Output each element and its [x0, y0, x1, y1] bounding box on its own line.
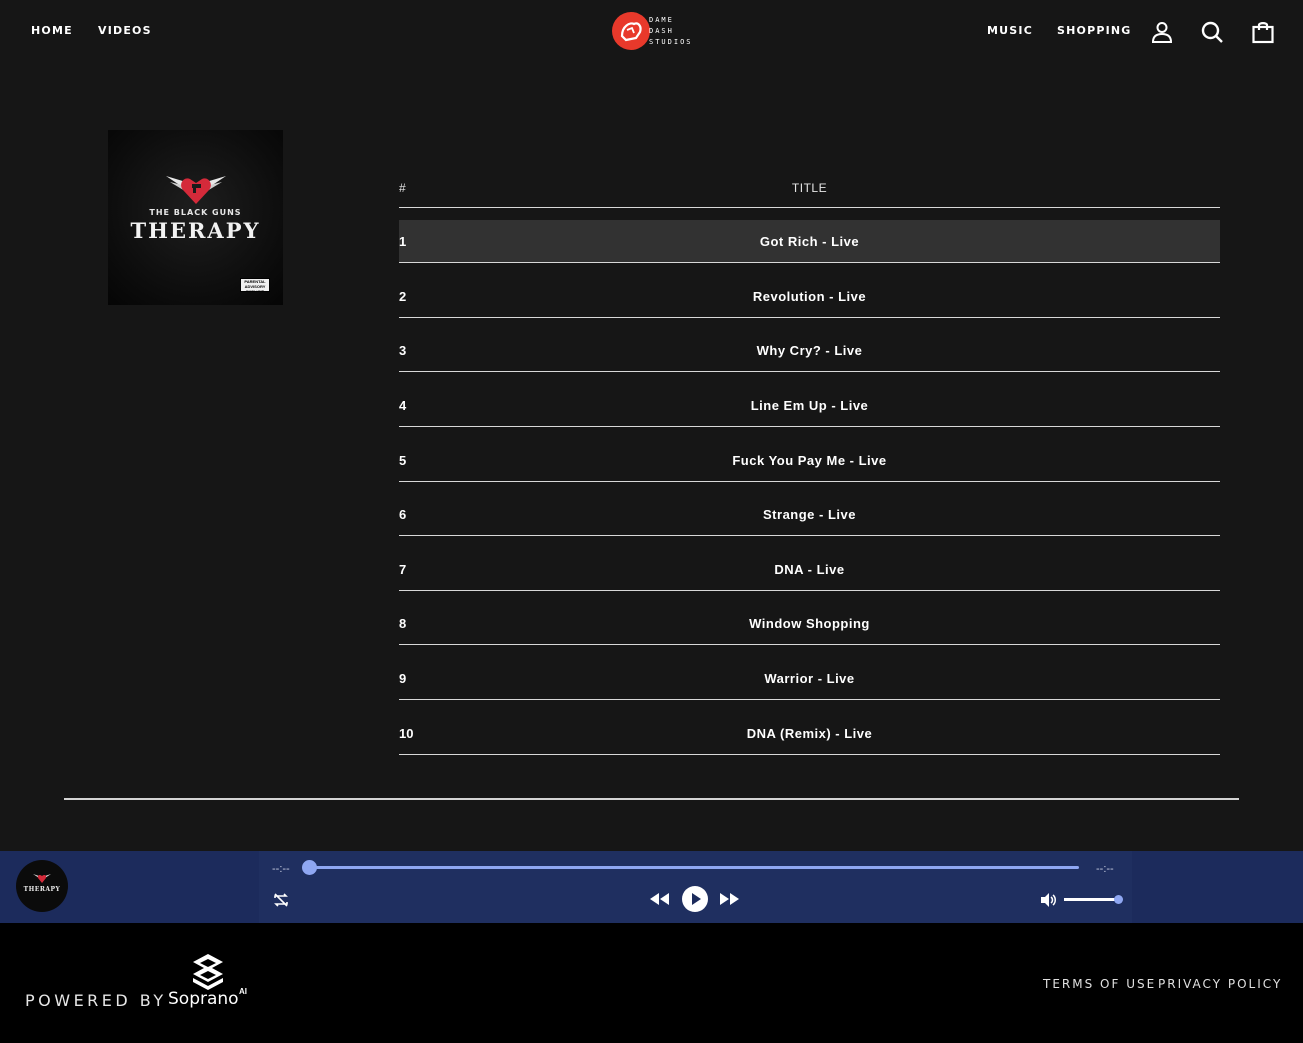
parental-advisory-label: PARENTAL ADVISORY EXPLICIT CONTENT — [240, 278, 270, 292]
header-title: TITLE — [791, 181, 828, 195]
winged-heart-icon — [166, 176, 226, 204]
play-button[interactable] — [682, 886, 708, 912]
rewind-icon[interactable] — [648, 891, 670, 907]
progress-bar[interactable] — [310, 866, 1079, 869]
progress-handle[interactable] — [302, 860, 317, 875]
fast-forward-icon[interactable] — [719, 891, 741, 907]
user-icon[interactable] — [1150, 20, 1174, 44]
winged-heart-icon — [33, 874, 51, 883]
track-row[interactable]: 8 Window Shopping — [399, 602, 1220, 645]
cover-title: THERAPY — [130, 218, 261, 243]
track-row[interactable]: 1 Got Rich - Live — [399, 220, 1220, 263]
elapsed-time: --:-- — [272, 863, 290, 875]
track-row[interactable]: 9 Warrior - Live — [399, 657, 1220, 700]
bag-icon[interactable] — [1251, 20, 1275, 44]
powered-by-label: POWERED BY — [25, 991, 167, 1010]
album-cover: THE BLACK GUNS THERAPY PARENTAL ADVISORY… — [108, 130, 283, 305]
track-title: Revolution - Live — [752, 289, 867, 304]
track-title: Got Rich - Live — [759, 234, 860, 249]
track-row[interactable]: 6 Strange - Live — [399, 493, 1220, 536]
privacy-policy-link[interactable]: PRIVACY POLICY — [1158, 977, 1282, 991]
soprano-logo-icon — [190, 953, 226, 991]
search-icon[interactable] — [1200, 20, 1224, 44]
nav-music[interactable]: MUSIC — [987, 24, 1033, 37]
terms-of-use-link[interactable]: TERMS OF USE — [1043, 977, 1156, 991]
content-divider — [64, 798, 1239, 800]
track-row[interactable]: 5 Fuck You Pay Me - Live — [399, 439, 1220, 482]
track-row[interactable]: 3 Why Cry? - Live — [399, 329, 1220, 372]
play-icon — [682, 886, 708, 912]
track-title: Fuck You Pay Me - Live — [732, 453, 887, 468]
logo-line-1: DAME — [649, 16, 674, 24]
track-title: Why Cry? - Live — [756, 343, 863, 358]
track-title: Window Shopping — [749, 616, 870, 631]
tracklist: # TITLE 1 Got Rich - Live 2 Revolution - Li… — [399, 170, 1220, 755]
track-row[interactable]: 7 DNA - Live — [399, 548, 1220, 591]
track-row[interactable]: 10 DNA (Remix) - Live — [399, 712, 1220, 755]
track-title: Line Em Up - Live — [750, 398, 869, 413]
site-footer: POWERED BY Soprano AI TERMS OF USE PRIVA… — [0, 923, 1303, 1043]
track-row[interactable]: 2 Revolution - Live — [399, 275, 1220, 318]
dame-dash-studios-logo[interactable]: DAME DASH STUDIOS — [612, 12, 692, 52]
nav-videos[interactable]: VIDEOS — [98, 24, 152, 37]
volume-slider[interactable] — [1064, 898, 1119, 901]
player-album-thumb[interactable]: THERAPY — [16, 860, 68, 912]
track-row[interactable]: 4 Line Em Up - Live — [399, 384, 1220, 427]
audio-player: THERAPY --:-- --:-- — [0, 851, 1303, 923]
total-duration: --:-- — [1096, 863, 1114, 875]
logo-line-3: STUDIOS — [649, 38, 693, 46]
nav-shopping[interactable]: SHOPPING — [1057, 24, 1132, 37]
nav-home[interactable]: HOME — [31, 24, 73, 37]
track-title: Warrior - Live — [764, 671, 855, 686]
cover-artist: THE BLACK GUNS — [149, 208, 242, 217]
logo-emblem — [612, 12, 650, 50]
player-thumb-title: THERAPY — [23, 886, 61, 893]
track-title: DNA (Remix) - Live — [746, 726, 873, 741]
soprano-ai-superscript: AI — [239, 987, 247, 996]
track-title: DNA - Live — [774, 562, 845, 577]
soprano-brand[interactable]: Soprano — [168, 989, 239, 1009]
track-title: Strange - Live — [763, 507, 856, 522]
tracklist-header: # TITLE — [399, 170, 1220, 208]
site-header: HOME VIDEOS DAME DASH STUDIOS MUSIC SHOP… — [0, 0, 1303, 62]
volume-handle[interactable] — [1114, 895, 1123, 904]
logo-line-2: DASH — [649, 27, 674, 35]
repeat-off-icon[interactable] — [272, 891, 290, 909]
volume-icon[interactable] — [1040, 892, 1058, 908]
